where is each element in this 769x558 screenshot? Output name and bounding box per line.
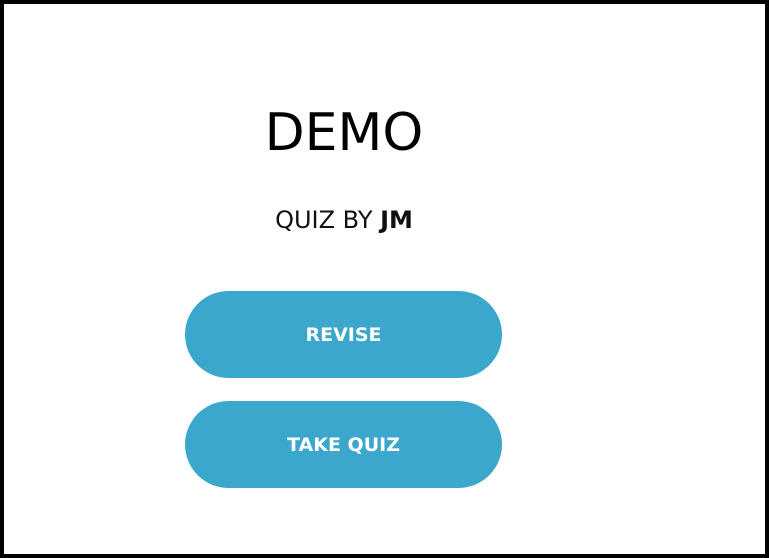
- quiz-subtitle: QUIZ BY JM: [184, 204, 504, 236]
- subtitle-prefix: QUIZ BY: [275, 206, 373, 234]
- take-quiz-button[interactable]: TAKE QUIZ: [185, 401, 502, 488]
- author-name: JM: [380, 206, 413, 234]
- revise-button[interactable]: REVISE: [185, 291, 502, 378]
- page-title: DEMO: [264, 103, 424, 163]
- app-window: DEMO QUIZ BY JM REVISE TAKE QUIZ: [0, 0, 769, 558]
